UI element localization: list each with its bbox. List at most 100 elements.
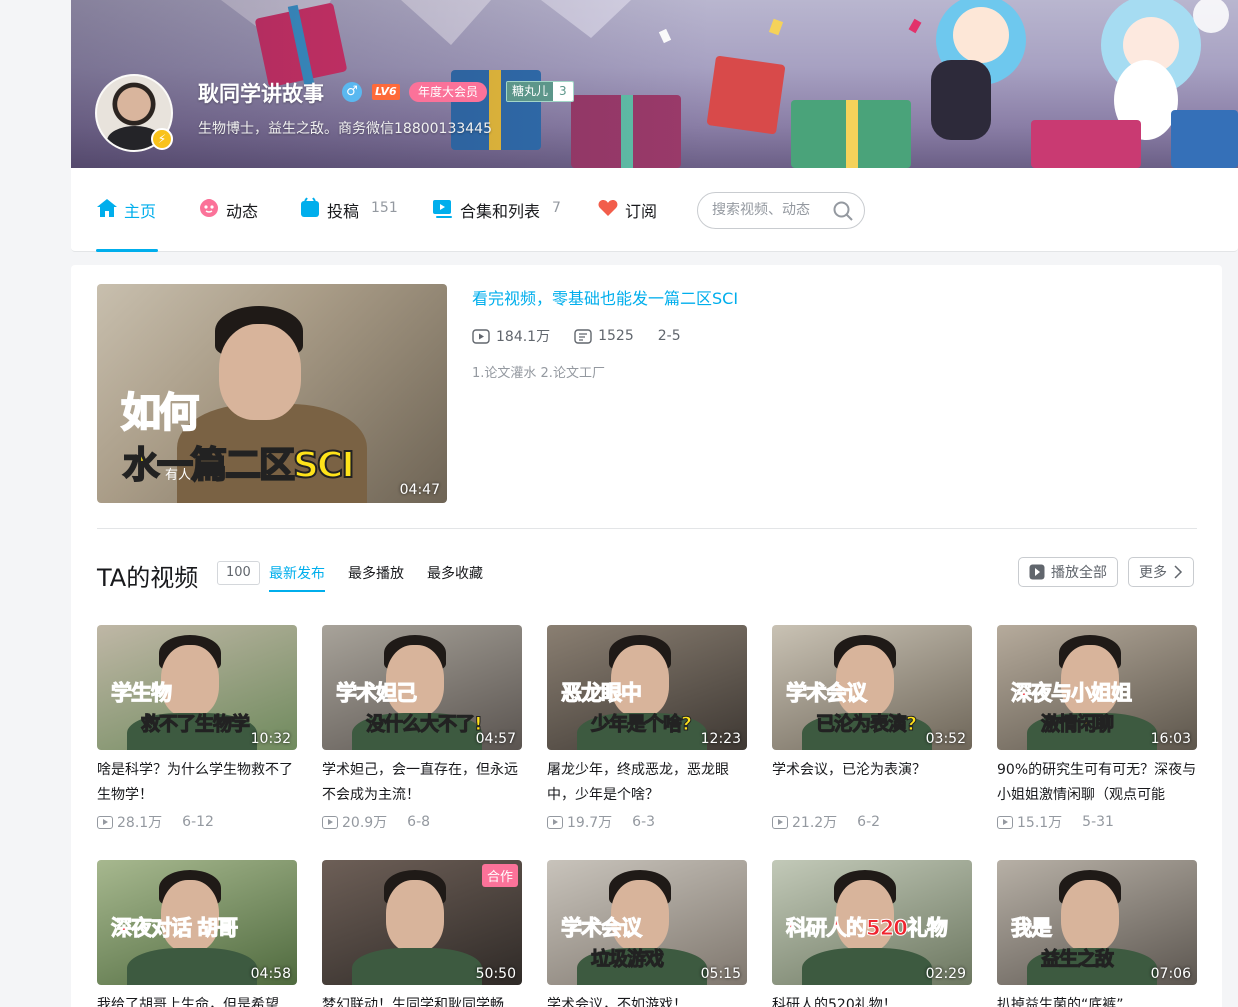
tab-collections-count: 7 bbox=[552, 200, 561, 216]
user-name[interactable]: 耿同学讲故事 bbox=[198, 78, 324, 108]
level-badge[interactable]: LV6 bbox=[372, 84, 400, 100]
play-count-icon bbox=[997, 815, 1013, 829]
video-card[interactable]: 深夜与小姐姐激情闲聊 16:03 90%的研究生可有可无？深夜与小姐姐激情闲聊（观点… bbox=[997, 625, 1197, 832]
video-title[interactable]: 我给了胡哥上生命，但是希望 bbox=[97, 993, 297, 1007]
video-cover[interactable]: 学术会议 垃圾游戏 05:15 bbox=[547, 860, 747, 985]
video-views: 20.9万 bbox=[322, 812, 387, 832]
video-cover-caption-2: 已沦为表演? bbox=[815, 713, 917, 736]
featured-cover-caption: 如何 bbox=[120, 389, 200, 437]
video-duration: 12:23 bbox=[700, 731, 741, 747]
video-cover[interactable]: 深夜与小姐姐激情闲聊 16:03 bbox=[997, 625, 1197, 750]
videos-section-title: TA的视频 bbox=[97, 564, 199, 592]
video-cover-caption-2: 救不了生物学 bbox=[140, 713, 250, 736]
video-card[interactable]: 深夜对话 胡哥 04:58 我给了胡哥上生命，但是希望 bbox=[97, 860, 297, 1007]
video-cover-caption: 学术会议 bbox=[561, 916, 643, 941]
video-cover-caption: 恶龙眼中 bbox=[561, 681, 643, 706]
video-cover[interactable]: 学生物救不了生物学 10:32 bbox=[97, 625, 297, 750]
tab-dynamic[interactable]: 动态 bbox=[198, 198, 258, 252]
video-date: 5-31 bbox=[1082, 814, 1114, 830]
video-date: 6-8 bbox=[407, 814, 431, 830]
video-card[interactable]: 学术会议已沦为表演? 03:52 学术会议，已沦为表演？ 21.2万 6-2 bbox=[772, 625, 972, 832]
video-cover[interactable]: 合作 50:50 bbox=[322, 860, 522, 985]
section-divider bbox=[97, 528, 1197, 529]
video-duration: 50:50 bbox=[475, 966, 516, 982]
avatar[interactable]: ⚡ bbox=[95, 74, 173, 152]
more-button[interactable]: 更多 bbox=[1128, 557, 1194, 587]
video-card[interactable]: 合作 50:50 梦幻联动！生同学和耿同学畅 bbox=[322, 860, 522, 1007]
tab-home[interactable]: 主页 bbox=[96, 198, 159, 252]
video-title[interactable]: 科研人的520礼物！ bbox=[772, 993, 972, 1007]
more-label: 更多 bbox=[1139, 565, 1167, 581]
video-cover-caption: 深夜与小姐姐 bbox=[1011, 681, 1133, 706]
search-icon[interactable] bbox=[832, 200, 854, 222]
video-title[interactable]: 学术妲己，会一直存在，但永远不会成为主流！ bbox=[322, 758, 522, 808]
video-cover[interactable]: 我是 益生之敌 07:06 bbox=[997, 860, 1197, 985]
video-title[interactable]: 学术会议，不如游戏！ bbox=[547, 993, 747, 1007]
video-card[interactable]: 恶龙眼中 少年是个啥? 12:23 屠龙少年，终成恶龙，恶龙眼中，少年是个啥？ 19.7… bbox=[547, 625, 747, 832]
sort-tab-most-favorited[interactable]: 最多收藏 bbox=[427, 563, 483, 583]
video-cover-caption: 学生物 bbox=[111, 681, 173, 706]
video-title[interactable]: 学术会议，已沦为表演？ bbox=[772, 758, 972, 808]
play-all-label: 播放全部 bbox=[1051, 565, 1107, 581]
video-cover[interactable]: 科研人的520礼物 02:29 bbox=[772, 860, 972, 985]
video-cover-caption-2: 激情闲聊 bbox=[1040, 713, 1114, 736]
featured-danmaku-value: 1525 bbox=[598, 328, 634, 344]
video-views: 21.2万 bbox=[772, 812, 837, 832]
video-cover-caption: 我是 bbox=[1011, 916, 1053, 941]
space-search bbox=[697, 192, 865, 229]
video-title[interactable]: 90%的研究生可有可无？深夜与小姐姐激情闲聊（观点可能 bbox=[997, 758, 1197, 808]
search-input[interactable] bbox=[712, 202, 830, 218]
lightning-icon: ⚡ bbox=[151, 128, 173, 150]
play-count-icon bbox=[547, 815, 563, 829]
play-count-icon bbox=[772, 815, 788, 829]
tab-collections[interactable]: 合集和列表 7 bbox=[432, 198, 561, 252]
video-cover[interactable]: 深夜对话 胡哥 04:58 bbox=[97, 860, 297, 985]
video-card[interactable]: 学术会议 垃圾游戏 05:15 学术会议，不如游戏！ bbox=[547, 860, 747, 1007]
video-meta: 21.2万 6-2 bbox=[772, 812, 972, 832]
video-cover[interactable]: 学术会议已沦为表演? 03:52 bbox=[772, 625, 972, 750]
video-title[interactable]: 啥是科学？为什么学生物救不了生物学！ bbox=[97, 758, 297, 808]
fan-medal-level: 3 bbox=[553, 82, 573, 101]
video-meta: 20.9万 6-8 bbox=[322, 812, 522, 832]
tab-uploads[interactable]: 投稿 151 bbox=[299, 197, 398, 252]
fan-medal-badge[interactable]: 糖丸儿 3 bbox=[506, 81, 574, 102]
video-card[interactable]: 学术妲己 没什么大不了! 04:57 学术妲己，会一直存在，但永远不会成为主流！ 20.… bbox=[322, 625, 522, 832]
play-all-button[interactable]: 播放全部 bbox=[1018, 557, 1118, 587]
video-card[interactable]: 我是 益生之敌 07:06 扒掉益生菌的“底裤” bbox=[997, 860, 1197, 1007]
video-cover-caption: 学术妲己 bbox=[336, 681, 418, 706]
tab-uploads-label: 投稿 bbox=[327, 202, 360, 221]
video-card[interactable]: 科研人的520礼物 02:29 科研人的520礼物！ bbox=[772, 860, 972, 1007]
vip-badge[interactable]: 年度大会员 bbox=[409, 82, 488, 102]
video-date: 6-3 bbox=[632, 814, 656, 830]
featured-video-title[interactable]: 看完视频，零基础也能发一篇二区SCI bbox=[472, 285, 738, 309]
video-cover-caption-2: 益生之敌 bbox=[1040, 948, 1114, 971]
upload-icon bbox=[301, 197, 319, 217]
tab-subscriptions-label: 订阅 bbox=[625, 202, 658, 221]
video-title[interactable]: 扒掉益生菌的“底裤” bbox=[997, 993, 1197, 1007]
sort-tab-most-played[interactable]: 最多播放 bbox=[348, 563, 404, 583]
sort-tab-latest[interactable]: 最新发布 bbox=[269, 563, 325, 592]
video-card[interactable]: 学生物 救不了生物学 10:32 啥是科学？为什么学生物救不了生物学！ 28.1万 6-1… bbox=[97, 625, 297, 832]
video-cover[interactable]: 学术妲己 没什么大不了! 04:57 bbox=[322, 625, 522, 750]
video-duration: 16:03 bbox=[1150, 731, 1191, 747]
video-cover-caption-2: 垃圾游戏 bbox=[590, 948, 664, 971]
video-duration: 02:29 bbox=[925, 966, 966, 982]
tab-collections-label: 合集和列表 bbox=[460, 202, 541, 221]
video-date: 6-12 bbox=[182, 814, 214, 830]
fan-medal-name: 糖丸儿 bbox=[507, 82, 554, 101]
video-duration: 10:32 bbox=[250, 731, 291, 747]
featured-video-cover[interactable]: 如何 水一篇二区SCI 有人 04:47 bbox=[97, 284, 447, 503]
video-cover[interactable]: 恶龙眼中 少年是个啥? 12:23 bbox=[547, 625, 747, 750]
tab-subscriptions[interactable]: 订阅 bbox=[597, 198, 657, 252]
featured-meta: 184.1万 1525 2-5 bbox=[472, 326, 681, 346]
video-views-value: 20.9万 bbox=[342, 815, 388, 831]
video-cover-caption: 学术会议 bbox=[786, 681, 868, 706]
video-title[interactable]: 屠龙少年，终成恶龙，恶龙眼中，少年是个啥？ bbox=[547, 758, 747, 808]
play-count-icon bbox=[97, 815, 113, 829]
video-duration: 03:52 bbox=[925, 731, 966, 747]
danmaku-icon bbox=[574, 328, 592, 344]
video-views: 15.1万 bbox=[997, 812, 1062, 832]
featured-views: 184.1万 bbox=[472, 326, 550, 346]
video-date: 6-2 bbox=[857, 814, 881, 830]
video-title[interactable]: 梦幻联动！生同学和耿同学畅 bbox=[322, 993, 522, 1007]
